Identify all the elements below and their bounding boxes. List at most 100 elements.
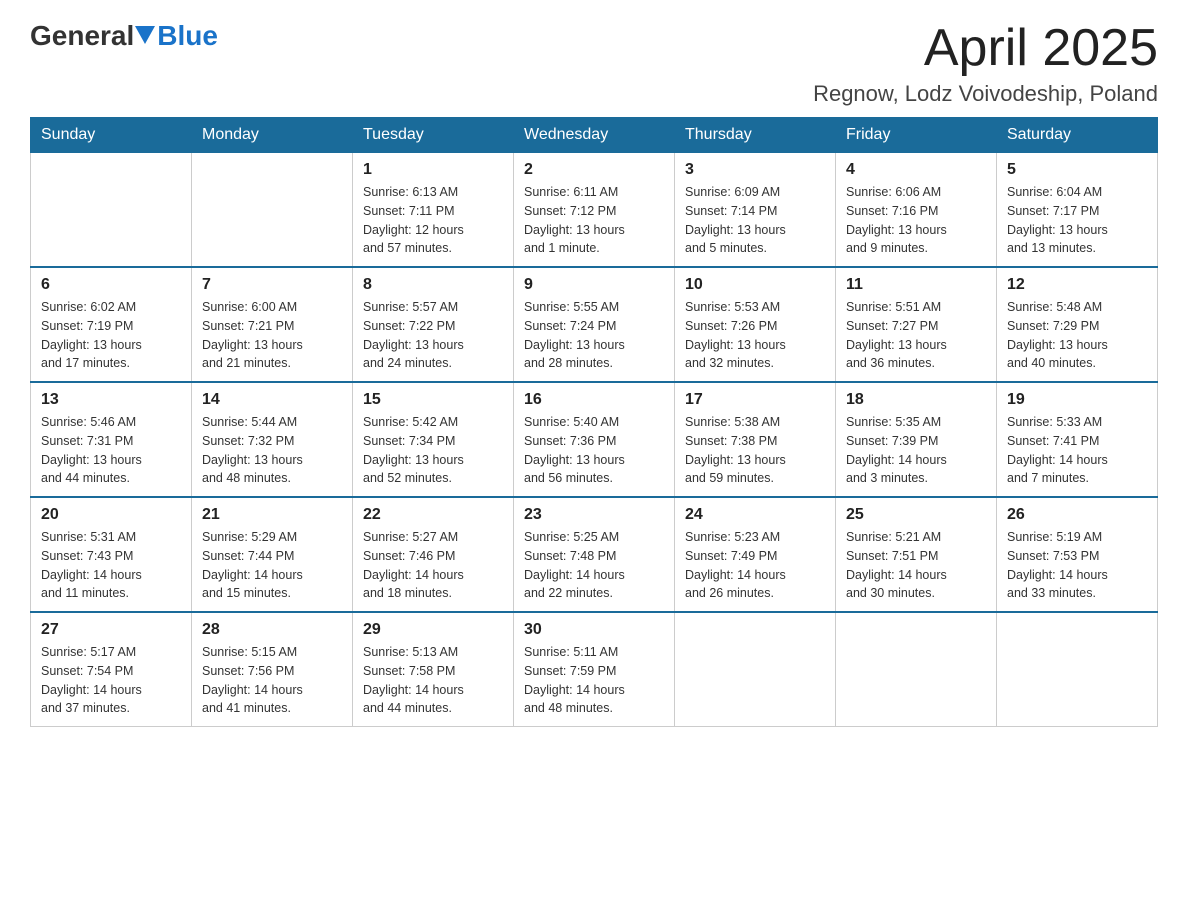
day-info: Sunrise: 5:27 AM Sunset: 7:46 PM Dayligh… [363, 528, 503, 603]
calendar-cell [675, 612, 836, 727]
day-info: Sunrise: 5:31 AM Sunset: 7:43 PM Dayligh… [41, 528, 181, 603]
day-info: Sunrise: 5:15 AM Sunset: 7:56 PM Dayligh… [202, 643, 342, 718]
day-number: 8 [363, 276, 503, 294]
day-number: 4 [846, 161, 986, 179]
day-info: Sunrise: 6:13 AM Sunset: 7:11 PM Dayligh… [363, 183, 503, 258]
calendar-cell: 21 Sunrise: 5:29 AM Sunset: 7:44 PM Dayli… [192, 497, 353, 612]
day-number: 17 [685, 391, 825, 409]
calendar-cell: 7 Sunrise: 6:00 AM Sunset: 7:21 PM Daylig… [192, 267, 353, 382]
day-info: Sunrise: 5:21 AM Sunset: 7:51 PM Dayligh… [846, 528, 986, 603]
calendar-cell: 13Sunrise: 5:46 AM Sunset: 7:31 PM Dayli… [31, 382, 192, 497]
calendar-cell: 8 Sunrise: 5:57 AM Sunset: 7:22 PM Daylig… [353, 267, 514, 382]
calendar-table: Sunday Monday Tuesday Wednesday Thursday… [30, 117, 1158, 727]
day-number: 3 [685, 161, 825, 179]
day-number: 11 [846, 276, 986, 294]
location-title: Regnow, Lodz Voivodeship, Poland [813, 81, 1158, 107]
month-title: April 2025 [813, 20, 1158, 77]
calendar-week-row: 13Sunrise: 5:46 AM Sunset: 7:31 PM Dayli… [31, 382, 1158, 497]
header-thursday: Thursday [675, 118, 836, 153]
day-number: 2 [524, 161, 664, 179]
day-number: 20 [41, 506, 181, 524]
day-info: Sunrise: 6:11 AM Sunset: 7:12 PM Dayligh… [524, 183, 664, 258]
calendar-cell: 5 Sunrise: 6:04 AM Sunset: 7:17 PM Daylig… [997, 153, 1158, 268]
day-number: 30 [524, 621, 664, 639]
calendar-week-row: 1Sunrise: 6:13 AM Sunset: 7:11 PM Daylig… [31, 153, 1158, 268]
calendar-week-row: 20 Sunrise: 5:31 AM Sunset: 7:43 PM Dayli… [31, 497, 1158, 612]
calendar-cell: 24 Sunrise: 5:23 AM Sunset: 7:49 PM Dayli… [675, 497, 836, 612]
day-number: 22 [363, 506, 503, 524]
day-info: Sunrise: 6:09 AM Sunset: 7:14 PM Dayligh… [685, 183, 825, 258]
day-info: Sunrise: 6:04 AM Sunset: 7:17 PM Dayligh… [1007, 183, 1147, 258]
calendar-cell: 4 Sunrise: 6:06 AM Sunset: 7:16 PM Daylig… [836, 153, 997, 268]
calendar-cell: 19 Sunrise: 5:33 AM Sunset: 7:41 PM Dayli… [997, 382, 1158, 497]
calendar-cell [997, 612, 1158, 727]
calendar-cell: 9 Sunrise: 5:55 AM Sunset: 7:24 PM Daylig… [514, 267, 675, 382]
day-info: Sunrise: 6:00 AM Sunset: 7:21 PM Dayligh… [202, 298, 342, 373]
day-info: Sunrise: 5:29 AM Sunset: 7:44 PM Dayligh… [202, 528, 342, 603]
day-info: Sunrise: 5:40 AM Sunset: 7:36 PM Dayligh… [524, 413, 664, 488]
day-info: Sunrise: 6:06 AM Sunset: 7:16 PM Dayligh… [846, 183, 986, 258]
day-number: 19 [1007, 391, 1147, 409]
day-info: Sunrise: 5:38 AM Sunset: 7:38 PM Dayligh… [685, 413, 825, 488]
day-number: 24 [685, 506, 825, 524]
weekday-header-row: Sunday Monday Tuesday Wednesday Thursday… [31, 118, 1158, 153]
calendar-cell: 27 Sunrise: 5:17 AM Sunset: 7:54 PM Dayli… [31, 612, 192, 727]
day-info: Sunrise: 5:17 AM Sunset: 7:54 PM Dayligh… [41, 643, 181, 718]
day-number: 7 [202, 276, 342, 294]
calendar-cell: 30 Sunrise: 5:11 AM Sunset: 7:59 PM Dayli… [514, 612, 675, 727]
calendar-cell: 16 Sunrise: 5:40 AM Sunset: 7:36 PM Dayli… [514, 382, 675, 497]
day-number: 5 [1007, 161, 1147, 179]
calendar-week-row: 27 Sunrise: 5:17 AM Sunset: 7:54 PM Dayli… [31, 612, 1158, 727]
day-number: 21 [202, 506, 342, 524]
day-number: 28 [202, 621, 342, 639]
logo-triangle-icon [135, 26, 155, 48]
logo-general: General [30, 20, 134, 52]
calendar-cell: 15Sunrise: 5:42 AM Sunset: 7:34 PM Dayli… [353, 382, 514, 497]
day-number: 14 [202, 391, 342, 409]
calendar-cell: 11Sunrise: 5:51 AM Sunset: 7:27 PM Dayli… [836, 267, 997, 382]
calendar-cell: 28 Sunrise: 5:15 AM Sunset: 7:56 PM Dayli… [192, 612, 353, 727]
header-tuesday: Tuesday [353, 118, 514, 153]
day-number: 27 [41, 621, 181, 639]
day-info: Sunrise: 5:55 AM Sunset: 7:24 PM Dayligh… [524, 298, 664, 373]
day-info: Sunrise: 5:23 AM Sunset: 7:49 PM Dayligh… [685, 528, 825, 603]
header-monday: Monday [192, 118, 353, 153]
calendar-cell: 6Sunrise: 6:02 AM Sunset: 7:19 PM Daylig… [31, 267, 192, 382]
day-number: 16 [524, 391, 664, 409]
logo-blue: Blue [157, 20, 218, 52]
header-saturday: Saturday [997, 118, 1158, 153]
day-info: Sunrise: 5:13 AM Sunset: 7:58 PM Dayligh… [363, 643, 503, 718]
calendar-cell [192, 153, 353, 268]
calendar-cell: 2 Sunrise: 6:11 AM Sunset: 7:12 PM Daylig… [514, 153, 675, 268]
day-info: Sunrise: 5:11 AM Sunset: 7:59 PM Dayligh… [524, 643, 664, 718]
day-number: 25 [846, 506, 986, 524]
calendar-week-row: 6Sunrise: 6:02 AM Sunset: 7:19 PM Daylig… [31, 267, 1158, 382]
calendar-cell: 17 Sunrise: 5:38 AM Sunset: 7:38 PM Dayli… [675, 382, 836, 497]
day-info: Sunrise: 5:57 AM Sunset: 7:22 PM Dayligh… [363, 298, 503, 373]
calendar-cell: 10Sunrise: 5:53 AM Sunset: 7:26 PM Dayli… [675, 267, 836, 382]
day-number: 26 [1007, 506, 1147, 524]
title-section: April 2025 Regnow, Lodz Voivodeship, Pol… [813, 20, 1158, 107]
day-info: Sunrise: 5:33 AM Sunset: 7:41 PM Dayligh… [1007, 413, 1147, 488]
calendar-cell: 29 Sunrise: 5:13 AM Sunset: 7:58 PM Dayli… [353, 612, 514, 727]
day-number: 23 [524, 506, 664, 524]
header-sunday: Sunday [31, 118, 192, 153]
calendar-cell: 12Sunrise: 5:48 AM Sunset: 7:29 PM Dayli… [997, 267, 1158, 382]
day-info: Sunrise: 5:44 AM Sunset: 7:32 PM Dayligh… [202, 413, 342, 488]
calendar-cell: 25 Sunrise: 5:21 AM Sunset: 7:51 PM Dayli… [836, 497, 997, 612]
day-number: 29 [363, 621, 503, 639]
day-number: 12 [1007, 276, 1147, 294]
day-info: Sunrise: 5:35 AM Sunset: 7:39 PM Dayligh… [846, 413, 986, 488]
day-number: 9 [524, 276, 664, 294]
day-number: 15 [363, 391, 503, 409]
calendar-cell: 22 Sunrise: 5:27 AM Sunset: 7:46 PM Dayli… [353, 497, 514, 612]
calendar-cell: 23Sunrise: 5:25 AM Sunset: 7:48 PM Dayli… [514, 497, 675, 612]
header-wednesday: Wednesday [514, 118, 675, 153]
logo: General Blue [30, 20, 218, 52]
day-info: Sunrise: 5:46 AM Sunset: 7:31 PM Dayligh… [41, 413, 181, 488]
calendar-cell: 14 Sunrise: 5:44 AM Sunset: 7:32 PM Dayli… [192, 382, 353, 497]
day-info: Sunrise: 5:53 AM Sunset: 7:26 PM Dayligh… [685, 298, 825, 373]
calendar-cell: 1Sunrise: 6:13 AM Sunset: 7:11 PM Daylig… [353, 153, 514, 268]
calendar-cell: 26Sunrise: 5:19 AM Sunset: 7:53 PM Dayli… [997, 497, 1158, 612]
day-info: Sunrise: 6:02 AM Sunset: 7:19 PM Dayligh… [41, 298, 181, 373]
